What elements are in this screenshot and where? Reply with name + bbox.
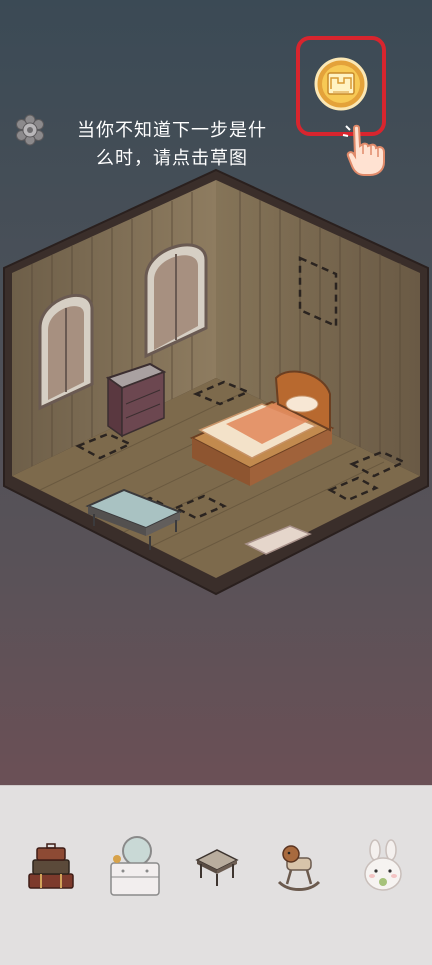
blueprint-icon <box>314 57 368 111</box>
settings-button[interactable] <box>12 112 48 148</box>
isometric-room <box>3 168 429 596</box>
suitcase-stack-icon <box>28 843 74 889</box>
small-table-icon <box>195 849 239 886</box>
bunny-plush-icon <box>364 839 402 891</box>
game-scene: 当你不知道下一步是什 么时，请点击草图 <box>0 0 432 785</box>
rocking-horse-icon <box>277 845 321 891</box>
hint-text: 当你不知道下一步是什 么时，请点击草图 <box>62 117 282 173</box>
hint-line-1: 当你不知道下一步是什 <box>77 120 267 141</box>
gear-flower-icon <box>16 114 44 146</box>
tray-item-rocking-horse[interactable] <box>268 831 330 901</box>
tray-item-small-table[interactable] <box>186 831 248 901</box>
tray-item-vanity-dresser[interactable] <box>102 831 164 901</box>
vanity-dresser-icon <box>110 836 160 896</box>
item-tray <box>0 785 432 965</box>
tray-item-suitcase-stack[interactable] <box>18 831 80 901</box>
blueprint-button[interactable] <box>296 36 386 136</box>
tray-item-bunny-plush[interactable] <box>352 831 414 901</box>
